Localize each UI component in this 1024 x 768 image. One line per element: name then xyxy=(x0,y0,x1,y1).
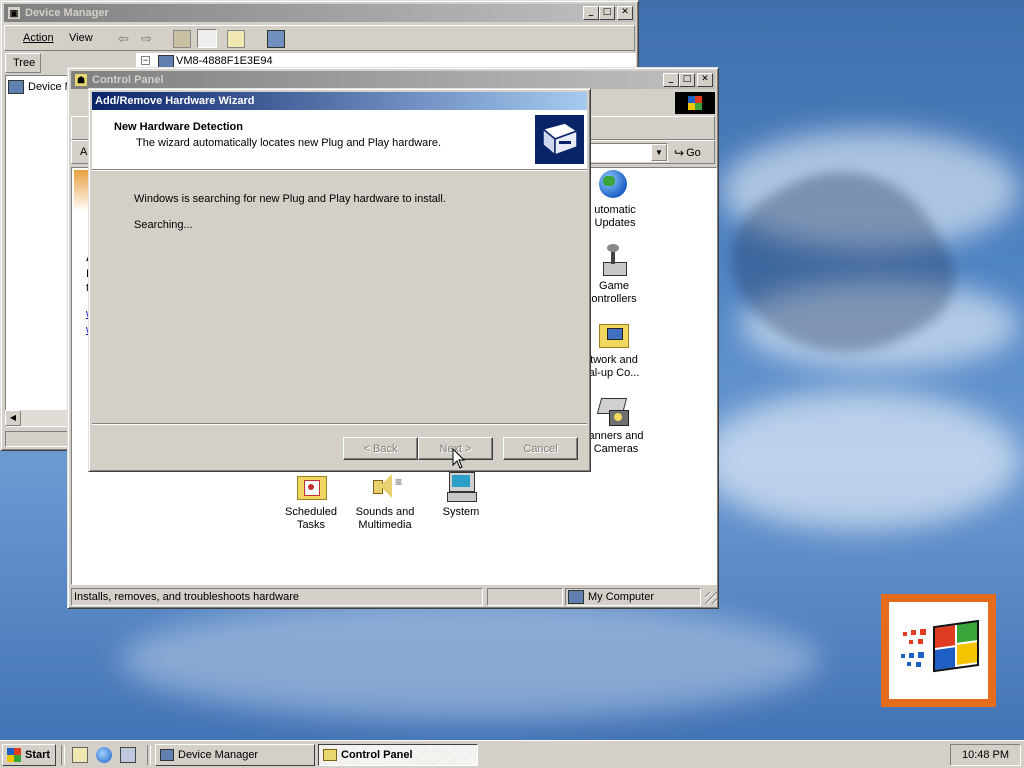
computer-icon: ▣ xyxy=(7,6,21,20)
collapse-icon[interactable]: − xyxy=(141,56,150,65)
windows-flag-icon xyxy=(688,96,702,110)
control-panel-titlebar[interactable]: ☗ Control Panel _ □ ✕ xyxy=(71,71,715,89)
outlook-express-icon[interactable] xyxy=(120,747,136,763)
computer-icon xyxy=(160,749,174,761)
forward-arrow-icon[interactable]: ⇨ xyxy=(141,31,152,47)
mouse-cursor-icon xyxy=(452,448,466,469)
scan-hardware-icon[interactable] xyxy=(267,30,285,48)
maximize-button[interactable]: □ xyxy=(599,6,615,20)
go-label: Go xyxy=(686,146,701,159)
windows-logo xyxy=(881,594,996,707)
close-button[interactable]: ✕ xyxy=(617,6,633,20)
maximize-button[interactable]: □ xyxy=(679,73,695,87)
my-computer-icon xyxy=(568,590,584,604)
toolbar: Action View ⇦ ⇨ xyxy=(4,25,635,51)
windows-throbber xyxy=(675,92,715,114)
task-control-panel[interactable]: Control Panel xyxy=(318,744,478,766)
task-label: Device Manager xyxy=(178,749,259,761)
show-tree-icon[interactable] xyxy=(197,29,217,48)
task-device-manager[interactable]: Device Manager xyxy=(155,744,315,766)
network-connections-label: twork and al-up Co... xyxy=(588,354,640,379)
status-text: Installs, removes, and troubleshoots har… xyxy=(71,588,483,606)
task-label: Control Panel xyxy=(341,749,413,761)
status-bar xyxy=(5,431,69,447)
tab-tree-label: Tree xyxy=(13,57,36,69)
hardware-wizard-dialog[interactable]: Add/Remove Hardware Wizard New Hardware … xyxy=(88,88,591,472)
device-icon xyxy=(8,80,24,94)
status-zone: My Computer xyxy=(565,588,701,606)
cancel-button[interactable]: Cancel xyxy=(503,437,578,460)
windows-flag-icon xyxy=(901,619,979,673)
hardware-wizard-icon xyxy=(535,115,584,164)
wizard-progress-text: Searching... xyxy=(134,219,193,231)
windows-flag-icon xyxy=(7,748,21,762)
wizard-header-title: New Hardware Detection xyxy=(114,121,243,133)
system-item[interactable]: System xyxy=(416,470,506,519)
control-panel-icon xyxy=(323,749,337,761)
menu-view[interactable]: View xyxy=(69,32,93,44)
system-label: System xyxy=(442,506,480,518)
start-label: Start xyxy=(25,749,51,761)
back-button[interactable]: < Back xyxy=(343,437,418,460)
network-folder-icon xyxy=(597,318,629,350)
control-panel-icon: ☗ xyxy=(74,73,88,87)
globe-update-icon xyxy=(597,168,629,200)
desktop-cloud xyxy=(120,600,820,720)
start-button[interactable]: Start xyxy=(2,744,56,766)
device-manager-titlebar[interactable]: ▣ Device Manager _ □ ✕ xyxy=(4,4,635,22)
wizard-titlebar[interactable]: Add/Remove Hardware Wizard xyxy=(92,92,587,110)
go-arrow-icon: ↪ xyxy=(674,145,685,160)
wizard-header: New Hardware Detection The wizard automa… xyxy=(92,110,587,170)
footer-divider xyxy=(92,423,587,425)
sounds-multimedia-label: Sounds and Multimedia xyxy=(355,506,415,531)
status-left-label: Installs, removes, and troubleshoots har… xyxy=(74,591,300,603)
internet-explorer-icon[interactable] xyxy=(96,747,112,763)
show-desktop-icon[interactable] xyxy=(72,747,88,763)
web-view-banner xyxy=(74,170,88,240)
close-button[interactable]: ✕ xyxy=(697,73,713,87)
taskbar-divider xyxy=(147,745,151,765)
tab-tree[interactable]: Tree xyxy=(5,53,41,73)
chevron-down-icon[interactable]: ▼ xyxy=(651,144,667,161)
header-divider xyxy=(92,170,587,171)
window-title: Device Manager xyxy=(25,7,109,19)
wizard-status-text: Windows is searching for new Plug and Pl… xyxy=(134,193,446,205)
go-button[interactable]: ↪ Go xyxy=(674,143,712,162)
system-tray[interactable]: 10:48 PM xyxy=(950,744,1021,766)
tree-root-label[interactable]: VM8-4888F1E3E94 xyxy=(176,55,273,67)
menu-action[interactable]: Action xyxy=(23,32,54,44)
desktop-cloud xyxy=(700,390,1020,530)
horizontal-scrollbar[interactable]: ◀ xyxy=(5,410,69,426)
properties-icon[interactable] xyxy=(227,30,245,48)
tree-pane[interactable]: Device M xyxy=(5,75,74,427)
window-title: Control Panel xyxy=(92,74,164,86)
taskbar-divider xyxy=(61,745,65,765)
status-right-label: My Computer xyxy=(588,591,655,603)
automatic-updates-label: utomatic Updates xyxy=(594,204,636,229)
back-arrow-icon[interactable]: ⇦ xyxy=(118,31,129,47)
computer-icon xyxy=(445,470,477,502)
scheduled-tasks-icon xyxy=(295,470,327,502)
game-controllers-label: Game ontrollers xyxy=(591,280,637,305)
scanner-camera-icon xyxy=(596,394,629,426)
status-panel xyxy=(487,588,563,606)
folder-up-icon[interactable] xyxy=(173,30,191,48)
taskbar: Start Device Manager Control Panel 10:48… xyxy=(0,740,1024,768)
wizard-title: Add/Remove Hardware Wizard xyxy=(95,95,255,107)
scheduled-tasks-label: Scheduled Tasks xyxy=(285,506,337,531)
speaker-icon: ≡ xyxy=(369,470,402,502)
clock: 10:48 PM xyxy=(961,749,1010,761)
scroll-left-icon[interactable]: ◀ xyxy=(5,410,21,426)
resize-grip[interactable] xyxy=(705,592,717,604)
status-bar: Installs, removes, and troubleshoots har… xyxy=(71,588,717,606)
scanners-cameras-label: anners and Cameras xyxy=(588,430,644,455)
address-label: A xyxy=(80,146,88,158)
minimize-button[interactable]: _ xyxy=(583,6,599,20)
joystick-icon xyxy=(597,244,629,276)
wizard-header-subtitle: The wizard automatically locates new Plu… xyxy=(136,137,442,149)
minimize-button[interactable]: _ xyxy=(663,73,679,87)
